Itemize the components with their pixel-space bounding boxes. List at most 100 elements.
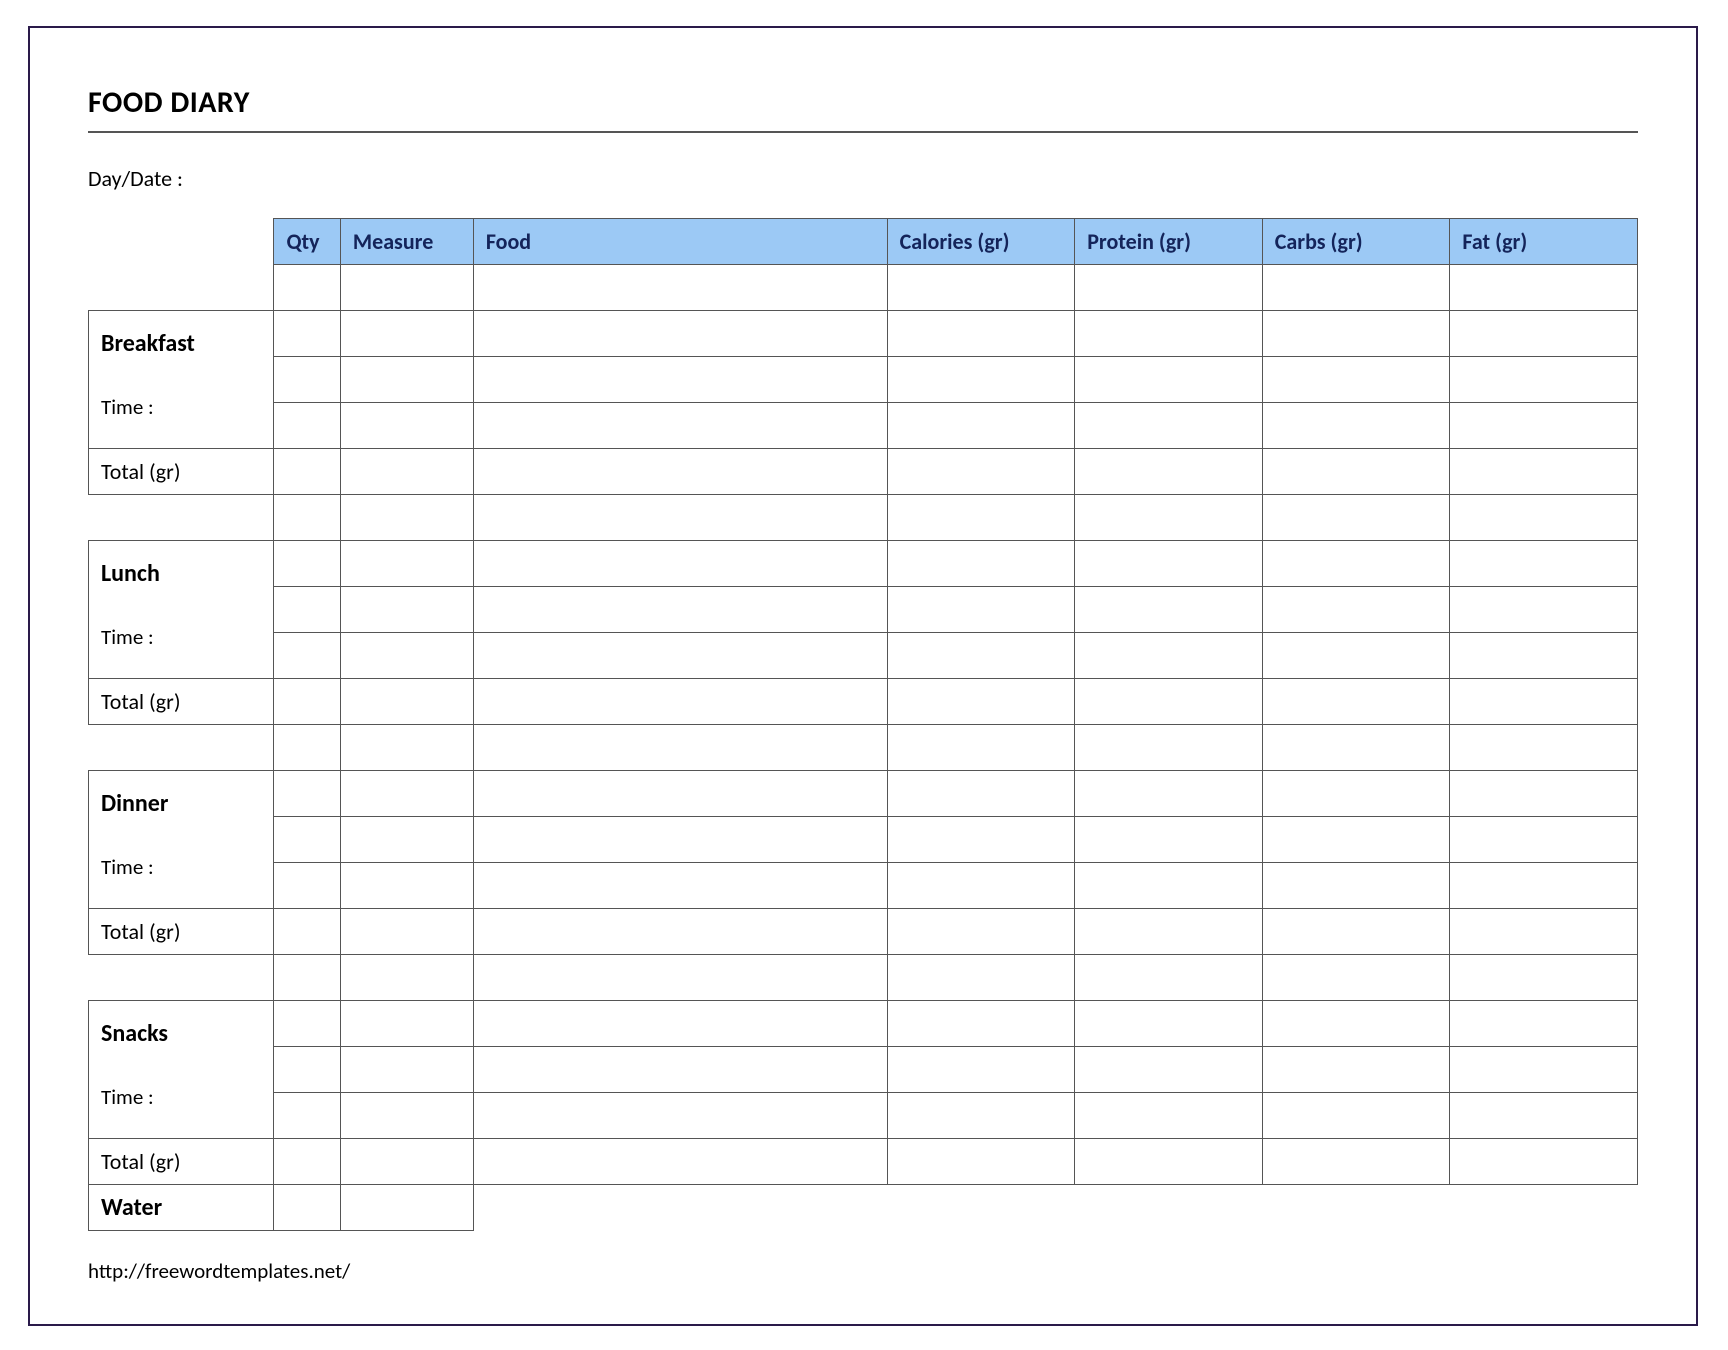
cell[interactable] (274, 1047, 340, 1093)
cell[interactable] (1450, 357, 1638, 403)
cell[interactable] (1450, 1047, 1638, 1093)
cell[interactable] (274, 265, 340, 311)
cell[interactable] (274, 909, 340, 955)
cell[interactable] (1075, 265, 1263, 311)
cell[interactable] (1262, 587, 1450, 633)
cell[interactable] (1262, 633, 1450, 679)
cell[interactable] (340, 311, 473, 357)
cell[interactable] (340, 955, 473, 1001)
cell[interactable] (1262, 725, 1450, 771)
cell[interactable] (473, 1047, 887, 1093)
cell[interactable] (1262, 357, 1450, 403)
cell[interactable] (340, 1139, 473, 1185)
cell[interactable] (887, 1093, 1075, 1139)
cell[interactable] (473, 311, 887, 357)
cell[interactable] (1450, 817, 1638, 863)
cell[interactable] (1262, 541, 1450, 587)
cell[interactable] (340, 863, 473, 909)
cell[interactable] (887, 955, 1075, 1001)
cell[interactable] (887, 909, 1075, 955)
cell[interactable] (340, 633, 473, 679)
cell[interactable] (340, 771, 473, 817)
cell[interactable] (340, 725, 473, 771)
cell[interactable] (1450, 863, 1638, 909)
cell[interactable] (340, 265, 473, 311)
cell[interactable] (1262, 449, 1450, 495)
cell[interactable] (340, 495, 473, 541)
cell[interactable] (1262, 771, 1450, 817)
cell[interactable] (1450, 449, 1638, 495)
cell[interactable] (1450, 541, 1638, 587)
cell[interactable] (473, 817, 887, 863)
cell[interactable] (1075, 955, 1263, 1001)
cell[interactable] (1075, 633, 1263, 679)
cell[interactable] (887, 541, 1075, 587)
cell[interactable] (274, 495, 340, 541)
cell[interactable] (1262, 311, 1450, 357)
cell[interactable] (887, 449, 1075, 495)
cell[interactable] (274, 587, 340, 633)
cell[interactable] (1262, 265, 1450, 311)
cell[interactable] (473, 633, 887, 679)
cell[interactable] (340, 1185, 473, 1231)
cell[interactable] (887, 633, 1075, 679)
cell[interactable] (1262, 817, 1450, 863)
cell[interactable] (1262, 955, 1450, 1001)
cell[interactable] (473, 679, 887, 725)
cell[interactable] (1450, 725, 1638, 771)
cell[interactable] (1075, 587, 1263, 633)
cell[interactable] (473, 909, 887, 955)
cell[interactable] (473, 955, 887, 1001)
cell[interactable] (1075, 1001, 1263, 1047)
cell[interactable] (473, 1093, 887, 1139)
cell[interactable] (887, 265, 1075, 311)
cell[interactable] (274, 725, 340, 771)
cell[interactable] (887, 1047, 1075, 1093)
cell[interactable] (473, 587, 887, 633)
cell[interactable] (340, 1001, 473, 1047)
cell[interactable] (274, 863, 340, 909)
cell[interactable] (1075, 863, 1263, 909)
cell[interactable] (1450, 771, 1638, 817)
cell[interactable] (887, 725, 1075, 771)
cell[interactable] (473, 403, 887, 449)
cell[interactable] (1075, 909, 1263, 955)
cell[interactable] (340, 357, 473, 403)
cell[interactable] (1075, 817, 1263, 863)
cell[interactable] (887, 817, 1075, 863)
cell[interactable] (887, 403, 1075, 449)
cell[interactable] (340, 1047, 473, 1093)
cell[interactable] (1450, 1001, 1638, 1047)
cell[interactable] (1450, 311, 1638, 357)
cell[interactable] (1075, 1139, 1263, 1185)
cell[interactable] (1262, 403, 1450, 449)
cell[interactable] (473, 541, 887, 587)
cell[interactable] (274, 403, 340, 449)
cell[interactable] (473, 449, 887, 495)
cell[interactable] (340, 587, 473, 633)
cell[interactable] (1450, 1139, 1638, 1185)
cell[interactable] (1450, 587, 1638, 633)
cell[interactable] (473, 1001, 887, 1047)
cell[interactable] (887, 679, 1075, 725)
cell[interactable] (887, 357, 1075, 403)
cell[interactable] (274, 541, 340, 587)
cell[interactable] (1262, 1093, 1450, 1139)
cell[interactable] (1075, 449, 1263, 495)
cell[interactable] (274, 357, 340, 403)
cell[interactable] (274, 817, 340, 863)
cell[interactable] (1075, 771, 1263, 817)
cell[interactable] (473, 357, 887, 403)
cell[interactable] (1075, 1047, 1263, 1093)
cell[interactable] (1075, 679, 1263, 725)
cell[interactable] (887, 1001, 1075, 1047)
cell[interactable] (340, 909, 473, 955)
cell[interactable] (274, 955, 340, 1001)
cell[interactable] (1262, 495, 1450, 541)
cell[interactable] (274, 1093, 340, 1139)
cell[interactable] (1262, 909, 1450, 955)
cell[interactable] (1075, 1093, 1263, 1139)
cell[interactable] (274, 679, 340, 725)
cell[interactable] (274, 771, 340, 817)
cell[interactable] (340, 817, 473, 863)
